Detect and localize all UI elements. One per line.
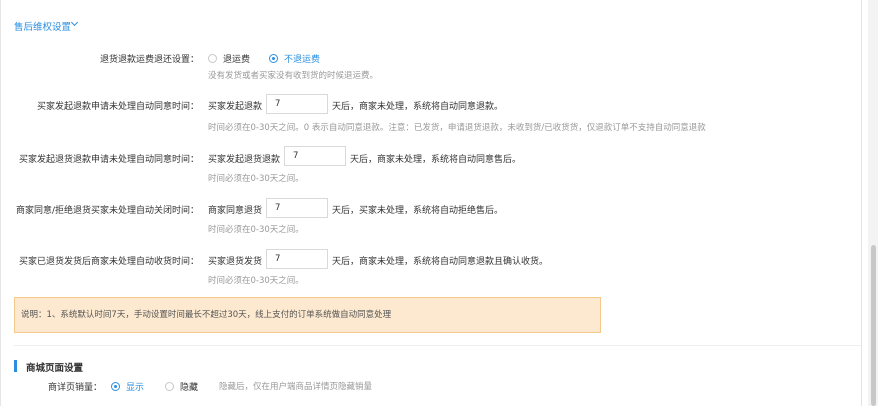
auto-close-suffix: 天后，买家未处理，系统将自动拒绝售后。 bbox=[332, 206, 504, 216]
auto-receive-prefix: 买家退货发货 bbox=[208, 257, 263, 267]
auto-receive-suffix: 天后，商家未处理，系统将自动同意退款且确认收货。 bbox=[332, 257, 549, 267]
auto-close-days-input[interactable] bbox=[266, 198, 328, 218]
return-request-days-input[interactable] bbox=[284, 146, 346, 166]
mall-section-title: 商城页面设置 bbox=[26, 363, 84, 374]
auto-close-label: 商家同意/拒绝退货买家未处理自动关闭时间： bbox=[15, 206, 199, 216]
auto-close-prefix: 商家同意退货 bbox=[208, 206, 263, 216]
refund-request-days-input[interactable] bbox=[266, 94, 328, 114]
mall-section-accent-bar bbox=[14, 360, 17, 372]
auto-receive-hint: 时间必须在0-30天之间。 bbox=[208, 276, 304, 286]
return-request-label: 买家发起退货退款申请未处理自动同意时间： bbox=[18, 155, 199, 165]
aftersale-note-text: 说明：1、系统默认时间7天，手动设置时间最长不超过30天，线上支付的订单系统做自… bbox=[21, 310, 392, 320]
card-right-border bbox=[861, 0, 862, 406]
return-request-hint: 时间必须在0-30天之间。 bbox=[208, 174, 304, 184]
refund-request-hint: 时间必须在0-30天之间。0 表示自动同意退款。注意：已发货，申请退货退款，未收… bbox=[208, 123, 706, 133]
shipping-refund-option-no[interactable]: 不退运费 bbox=[284, 52, 320, 65]
aftersale-section-toggle[interactable]: 售后维权设置 bbox=[14, 19, 71, 33]
aftersale-note: 说明：1、系统默认时间7天，手动设置时间最长不超过30天，线上支付的订单系统做自… bbox=[14, 297, 601, 333]
sales-volume-option-hide[interactable]: 隐藏 bbox=[180, 380, 198, 393]
aftersale-section-title: 售后维权设置 bbox=[14, 22, 72, 33]
chevron-down-icon[interactable] bbox=[70, 18, 79, 27]
sales-volume-radio-hide[interactable] bbox=[165, 382, 174, 391]
refund-request-suffix: 天后，商家未处理，系统将自动同意退款。 bbox=[332, 102, 504, 112]
card-left-border bbox=[0, 0, 1, 406]
shipping-refund-hint: 没有发货或者买家没有收到货的时候退运费。 bbox=[208, 71, 379, 81]
return-request-suffix: 天后，商家未处理，系统将自动同意售后。 bbox=[350, 155, 522, 165]
shipping-refund-option-yes[interactable]: 退运费 bbox=[223, 52, 250, 65]
sales-volume-option-show[interactable]: 显示 bbox=[126, 380, 144, 393]
shipping-refund-label: 退货退款运费退还设置： bbox=[99, 55, 199, 65]
sales-volume-label: 商详页销量： bbox=[47, 383, 102, 393]
sales-volume-hint: 隐藏后，仅在用户端商品详情页隐藏销量 bbox=[219, 382, 373, 392]
sales-volume-radio-show[interactable] bbox=[111, 382, 120, 391]
refund-request-prefix: 买家发起退款 bbox=[208, 102, 263, 112]
section-divider bbox=[14, 345, 861, 346]
auto-close-hint: 时间必须在0-30天之间。 bbox=[208, 225, 304, 235]
scrollbar-thumb[interactable] bbox=[871, 245, 876, 406]
shipping-refund-radio-no[interactable] bbox=[269, 54, 278, 63]
return-request-prefix: 买家发起退货退款 bbox=[208, 155, 281, 165]
auto-receive-label: 买家已退货发货后商家未处理自动收货时间： bbox=[18, 257, 199, 267]
auto-receive-days-input[interactable] bbox=[266, 249, 328, 269]
refund-request-label: 买家发起退款申请未处理自动同意时间： bbox=[36, 102, 199, 112]
shipping-refund-radio-yes[interactable] bbox=[208, 54, 217, 63]
